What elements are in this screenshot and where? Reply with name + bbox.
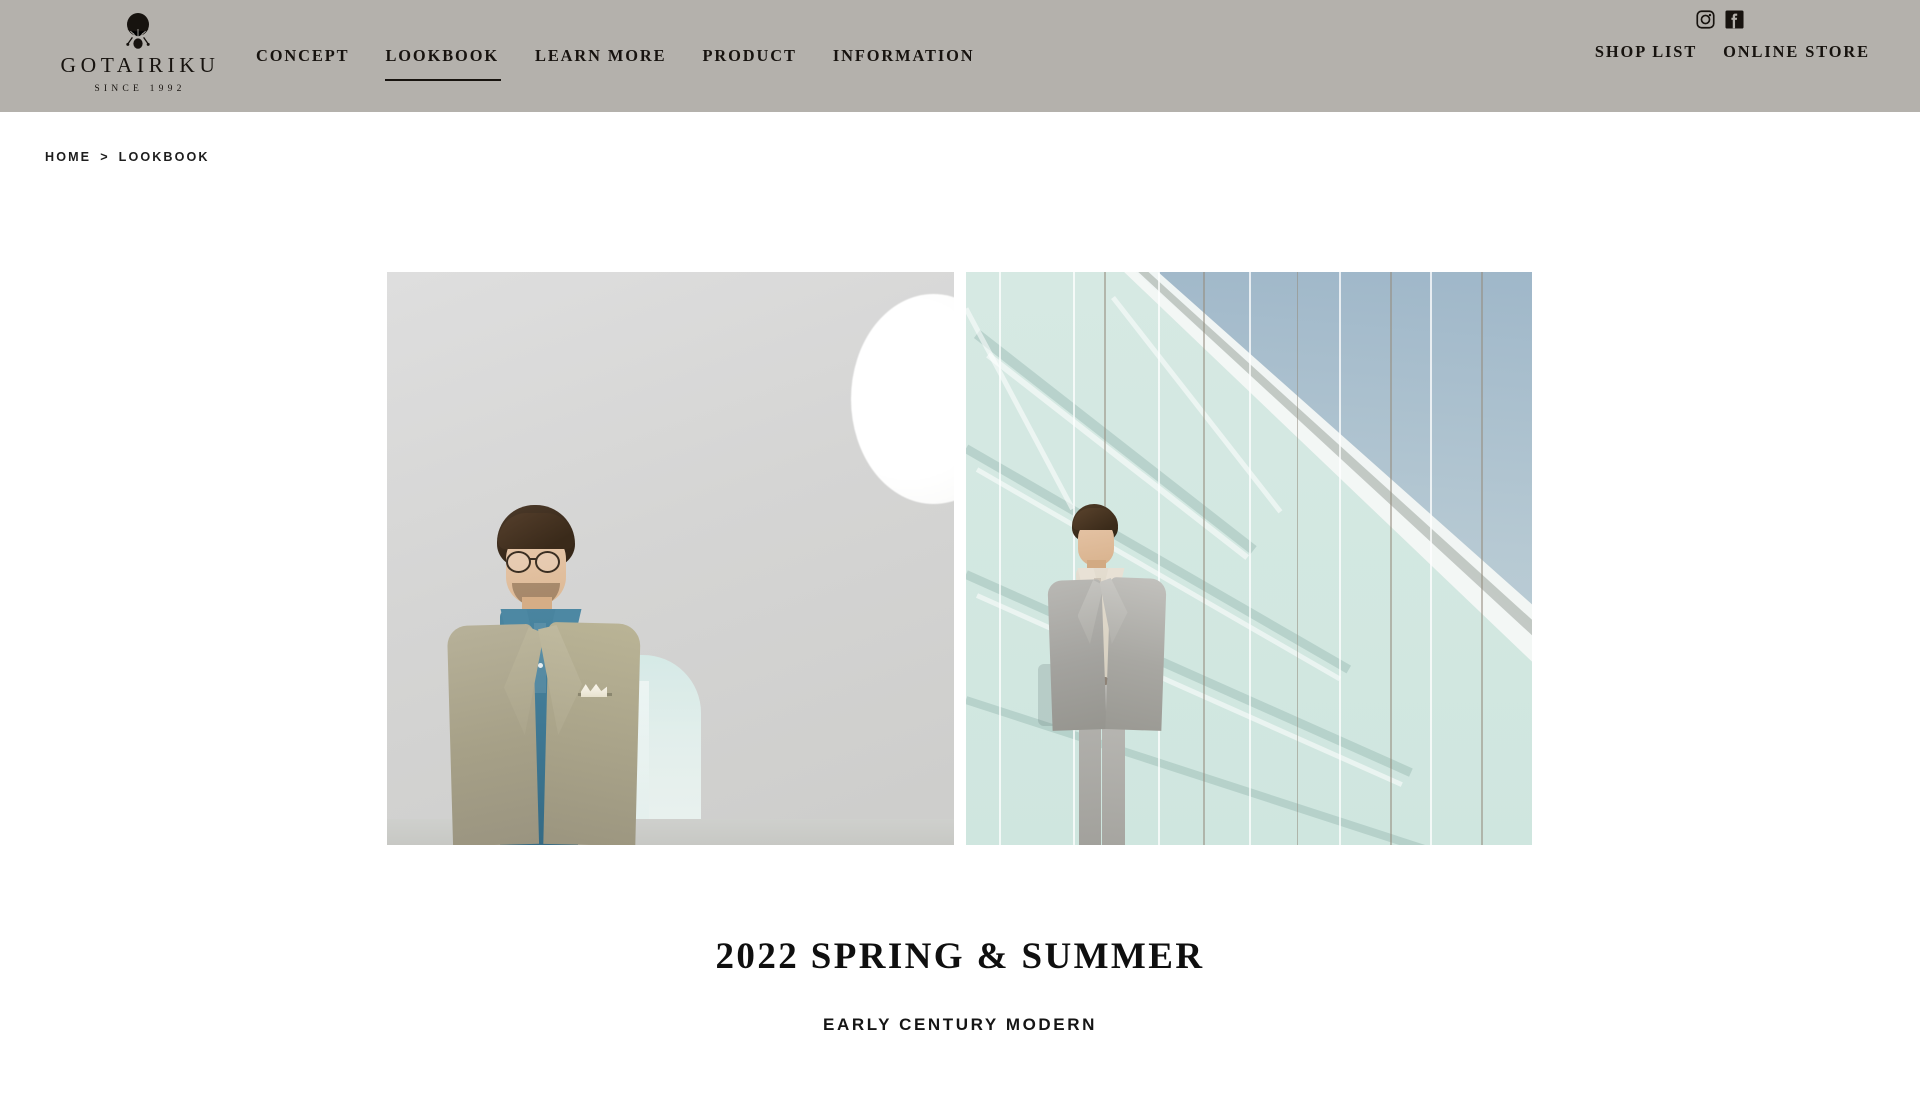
breadcrumb-separator: > <box>100 150 110 164</box>
hot-air-balloon-icon <box>119 12 157 52</box>
lookbook-caption: 2022 SPRING & SUMMER EARLY CENTURY MODER… <box>0 938 1920 1033</box>
site-logo[interactable]: GOTAIRIKU SINCE 1992 <box>38 12 238 93</box>
instagram-link[interactable] <box>1696 10 1715 29</box>
breadcrumb: HOME > LOOKBOOK <box>45 150 210 164</box>
lookbook-hero <box>387 272 1532 845</box>
season-subtitle: EARLY CENTURY MODERN <box>823 1015 1097 1034</box>
nav-item-shop-list[interactable]: SHOP LIST <box>1595 42 1697 62</box>
model-right <box>1037 504 1204 845</box>
nav-item-learn-more[interactable]: LEARN MORE <box>517 0 684 112</box>
site-header: GOTAIRIKU SINCE 1992 CONCEPT LOOKBOOK LE… <box>0 0 1920 112</box>
main-navigation: CONCEPT LOOKBOOK LEARN MORE PRODUCT INFO… <box>238 0 993 112</box>
facebook-icon <box>1725 10 1744 33</box>
utility-navigation: SHOP LIST ONLINE STORE <box>1595 42 1870 62</box>
breadcrumb-home[interactable]: HOME <box>45 150 91 164</box>
facebook-link[interactable] <box>1725 10 1744 29</box>
lookbook-photo-right[interactable] <box>965 272 1532 845</box>
eyeglasses-icon <box>506 551 531 573</box>
nav-item-information[interactable]: INFORMATION <box>815 0 993 112</box>
breadcrumb-current: LOOKBOOK <box>118 150 210 164</box>
nav-item-concept[interactable]: CONCEPT <box>238 0 367 112</box>
model-left <box>442 505 642 845</box>
nav-item-online-store[interactable]: ONLINE STORE <box>1723 42 1870 62</box>
logo-tagline: SINCE 1992 <box>94 82 186 94</box>
social-links <box>1696 10 1744 29</box>
nav-item-lookbook[interactable]: LOOKBOOK <box>367 0 517 112</box>
instagram-icon <box>1696 10 1715 33</box>
lookbook-photo-left[interactable] <box>387 272 954 845</box>
nav-item-product[interactable]: PRODUCT <box>684 0 814 112</box>
season-title: 2022 SPRING & SUMMER <box>715 936 1205 977</box>
logo-wordmark: GOTAIRIKU <box>60 53 220 77</box>
